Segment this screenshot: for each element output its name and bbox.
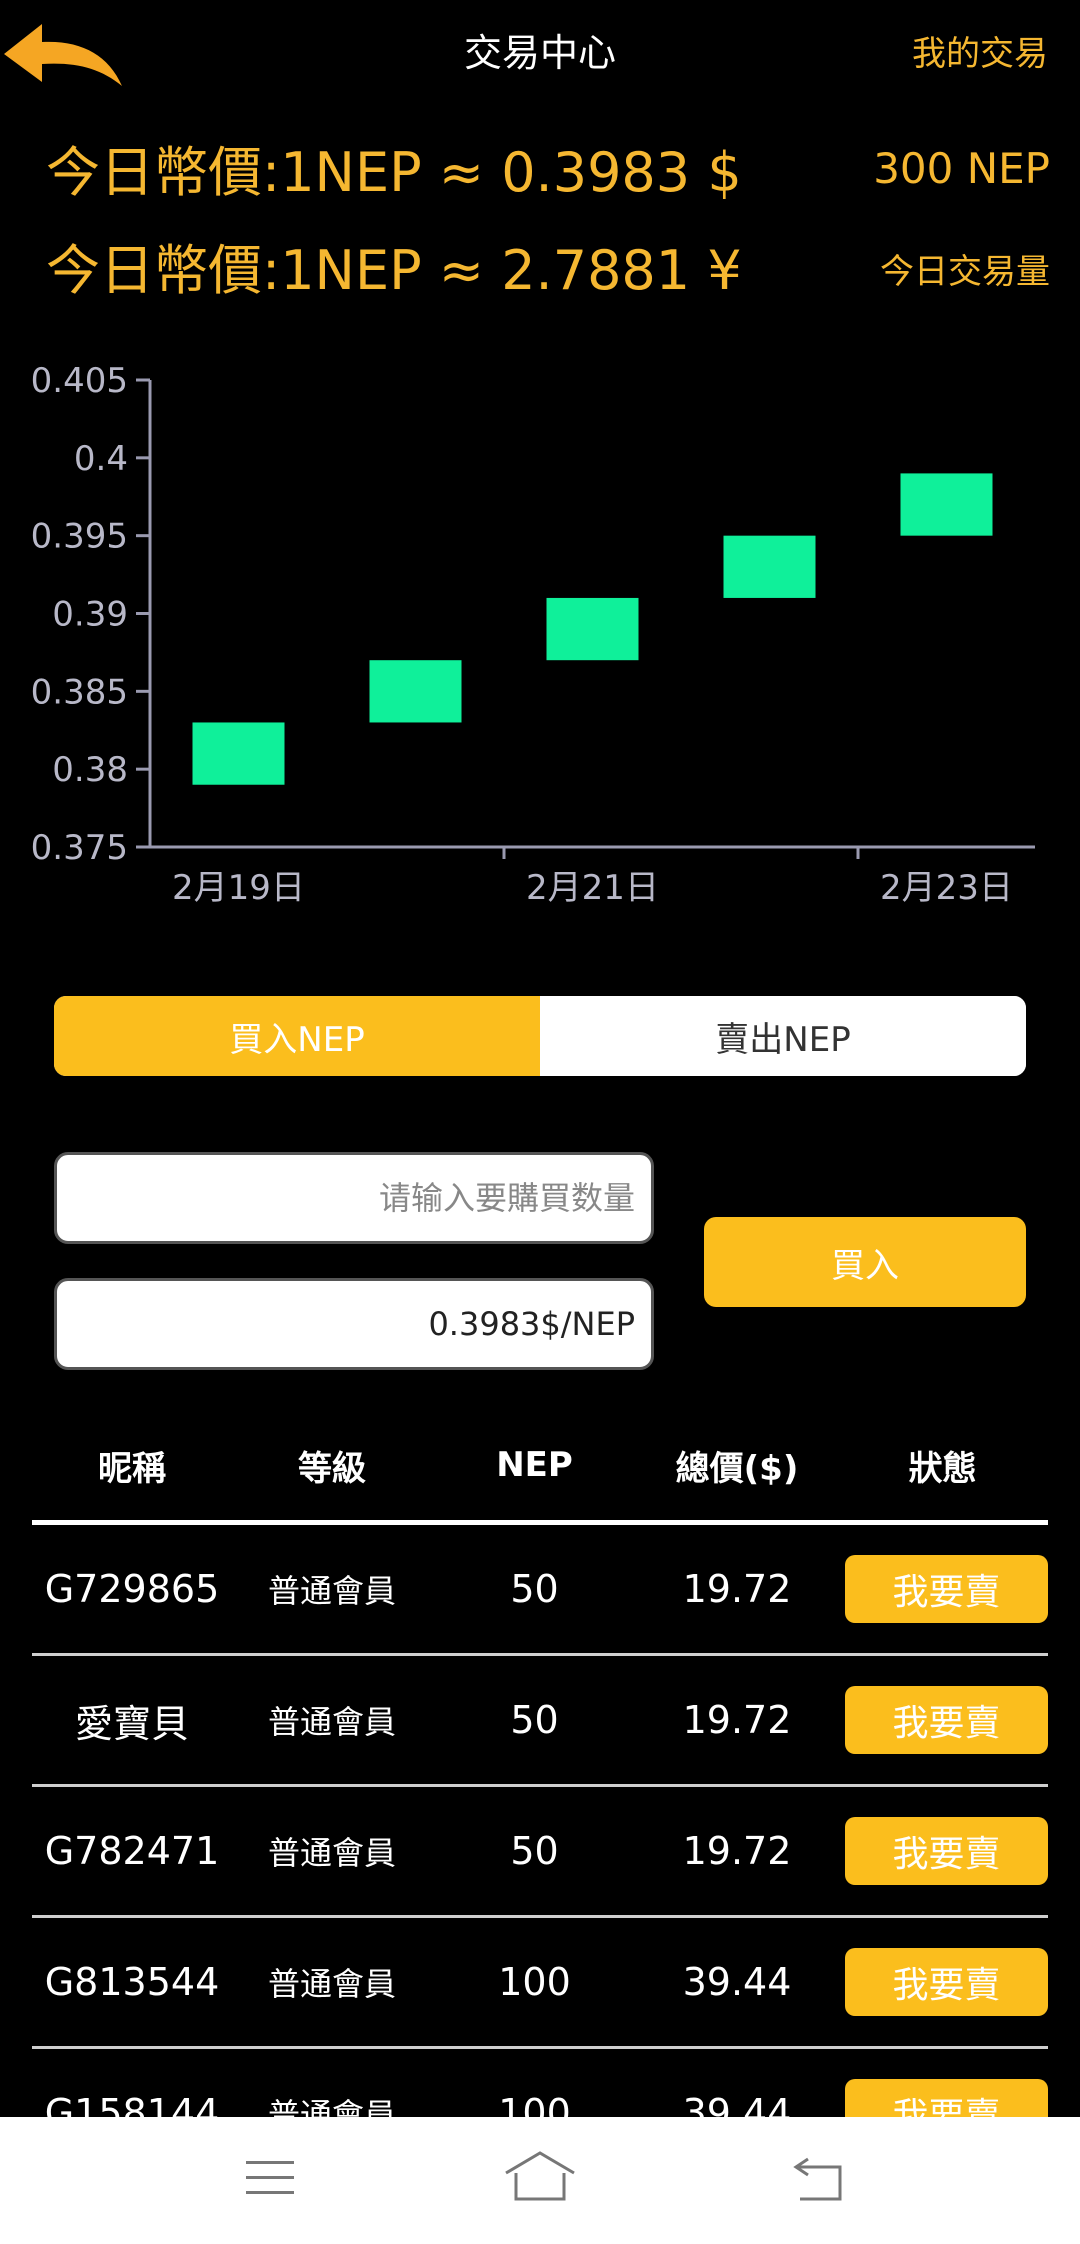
row-nickname: G729865 bbox=[44, 1567, 220, 1611]
row-nep: 50 bbox=[510, 1698, 559, 1742]
x-tick-label: 2月23日 bbox=[880, 868, 1013, 908]
header-level: 等級 bbox=[298, 1448, 366, 1489]
row-nep: 50 bbox=[510, 1567, 559, 1611]
candle bbox=[192, 722, 285, 785]
table-row: G813544 普通會員 100 39.44 我要賣 bbox=[32, 1918, 1048, 2049]
row-nickname: G813544 bbox=[44, 1960, 220, 2004]
row-level: 普通會員 bbox=[267, 1703, 396, 1741]
table-row: 愛寶貝 普通會員 50 19.72 我要賣 bbox=[32, 1656, 1048, 1787]
volume-label: 今日交易量 bbox=[880, 252, 1050, 292]
y-tick-label: 0.4 bbox=[74, 439, 128, 479]
volume-value: 300 NEP bbox=[873, 144, 1050, 193]
row-total: 39.44 bbox=[682, 1960, 792, 2004]
y-tick-label: 0.395 bbox=[31, 517, 128, 557]
header-status: 狀態 bbox=[908, 1448, 977, 1489]
row-total: 19.72 bbox=[682, 1698, 792, 1742]
my-trades-link[interactable]: 我的交易 bbox=[912, 26, 1048, 75]
y-tick-label: 0.405 bbox=[31, 361, 128, 401]
header-total: 總價($) bbox=[675, 1448, 799, 1489]
buy-button[interactable]: 買入 bbox=[704, 1217, 1026, 1307]
system-nav-bar bbox=[0, 2117, 1080, 2244]
price-field bbox=[54, 1278, 654, 1370]
menu-icon[interactable] bbox=[240, 2147, 300, 2207]
home-icon[interactable] bbox=[502, 2147, 578, 2207]
row-nickname: G782471 bbox=[44, 1829, 220, 1873]
x-tick-label: 2月21日 bbox=[526, 868, 659, 908]
quantity-field bbox=[54, 1152, 654, 1244]
trade-type-toggle: 買入NEP 賣出NEP bbox=[54, 996, 1026, 1076]
sell-button[interactable]: 我要賣 bbox=[845, 1555, 1048, 1623]
sell-button[interactable]: 我要賣 bbox=[845, 1948, 1048, 2016]
candle bbox=[900, 473, 993, 536]
x-tick-label: 2月19日 bbox=[172, 868, 305, 908]
header-nep: NEP bbox=[496, 1445, 573, 1485]
candle bbox=[723, 535, 816, 598]
candle bbox=[369, 660, 462, 723]
orders-table: 昵稱 等級 NEP 總價($) 狀態 G729865 普通會員 50 19.72… bbox=[32, 1410, 1048, 2180]
row-level: 普通會員 bbox=[267, 1572, 396, 1610]
return-icon[interactable] bbox=[790, 2147, 850, 2207]
tab-sell[interactable]: 賣出NEP bbox=[540, 996, 1026, 1076]
row-total: 19.72 bbox=[682, 1567, 792, 1611]
y-tick-label: 0.385 bbox=[31, 672, 128, 712]
rate-cny: 今日幣價:1NEP ≈ 2.7881 ¥ bbox=[46, 239, 742, 302]
price-input[interactable] bbox=[57, 1281, 651, 1367]
row-nickname: 愛寶貝 bbox=[74, 1701, 189, 1746]
row-nep: 100 bbox=[498, 1960, 571, 2004]
row-level: 普通會員 bbox=[267, 1834, 396, 1872]
quantity-input[interactable] bbox=[57, 1155, 651, 1241]
row-level: 普通會員 bbox=[267, 1965, 396, 2003]
row-total: 19.72 bbox=[682, 1829, 792, 1873]
candle bbox=[546, 597, 639, 661]
rate-usd: 今日幣價:1NEP ≈ 0.3983 $ bbox=[46, 141, 742, 204]
sell-button[interactable]: 我要賣 bbox=[845, 1817, 1048, 1885]
sell-button[interactable]: 我要賣 bbox=[845, 1686, 1048, 1754]
row-nep: 50 bbox=[510, 1829, 559, 1873]
table-row: G729865 普通會員 50 19.72 我要賣 bbox=[32, 1525, 1048, 1656]
y-tick-label: 0.39 bbox=[52, 595, 128, 635]
table-row: G782471 普通會員 50 19.72 我要賣 bbox=[32, 1787, 1048, 1918]
table-header: 昵稱 等級 NEP 總價($) 狀態 bbox=[32, 1410, 1048, 1525]
y-tick-label: 0.375 bbox=[31, 828, 128, 868]
header-nickname: 昵稱 bbox=[98, 1448, 166, 1489]
price-chart: 0.375 0.38 0.385 0.39 0.395 0.4 0.405 2月19日 2月21… bbox=[31, 361, 1035, 908]
tab-buy[interactable]: 買入NEP bbox=[54, 996, 540, 1076]
y-tick-label: 0.38 bbox=[52, 750, 128, 790]
